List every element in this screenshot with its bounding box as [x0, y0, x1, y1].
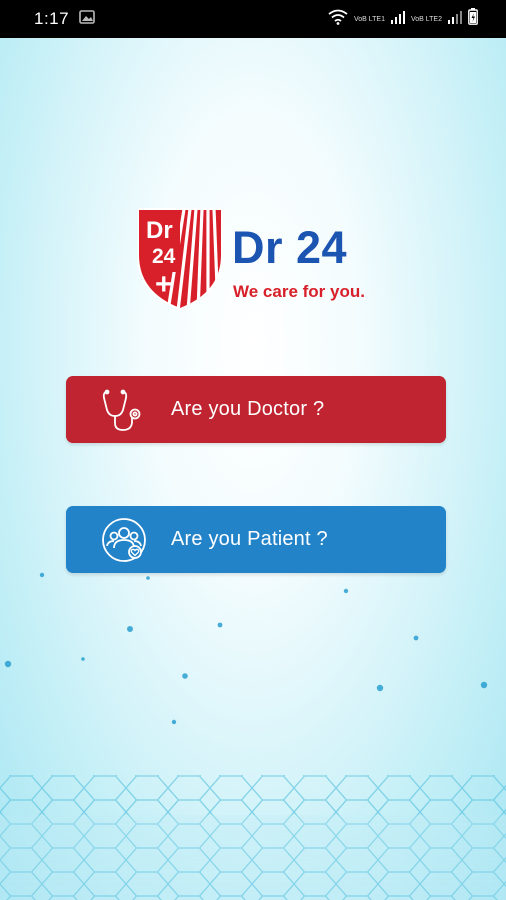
status-time: 1:17: [34, 9, 70, 28]
network-label-2: VoB LTE2: [410, 15, 442, 23]
battery-icon: [468, 8, 478, 30]
patient-button-label: Are you Patient ?: [171, 528, 328, 550]
logo-plus-icon: +: [155, 268, 173, 301]
brand-tagline: We care for you.: [233, 282, 365, 301]
logo-text-24: 24: [152, 245, 176, 268]
app-screen: 1:17 VoB LTE1 VoB LTE2 Dr 24 + Dr 24 We …: [0, 0, 506, 900]
doctor-button-label: Are you Doctor ?: [171, 398, 325, 420]
network-label-1: VoB LTE1: [353, 15, 385, 23]
doctor-button[interactable]: Are you Doctor ?: [66, 376, 446, 443]
brand-name: Dr 24: [232, 222, 348, 273]
gallery-notification-icon: [79, 9, 95, 29]
signal-icon-2: [448, 10, 462, 29]
stethoscope-icon: [100, 386, 148, 434]
status-bar: 1:17 VoB LTE1 VoB LTE2: [0, 0, 506, 38]
signal-icon-1: [390, 10, 405, 29]
people-heart-icon: [100, 516, 148, 564]
logo-text-dr: Dr: [146, 217, 173, 244]
hexagon-mesh-background: [0, 572, 506, 900]
wifi-icon: [328, 9, 348, 30]
